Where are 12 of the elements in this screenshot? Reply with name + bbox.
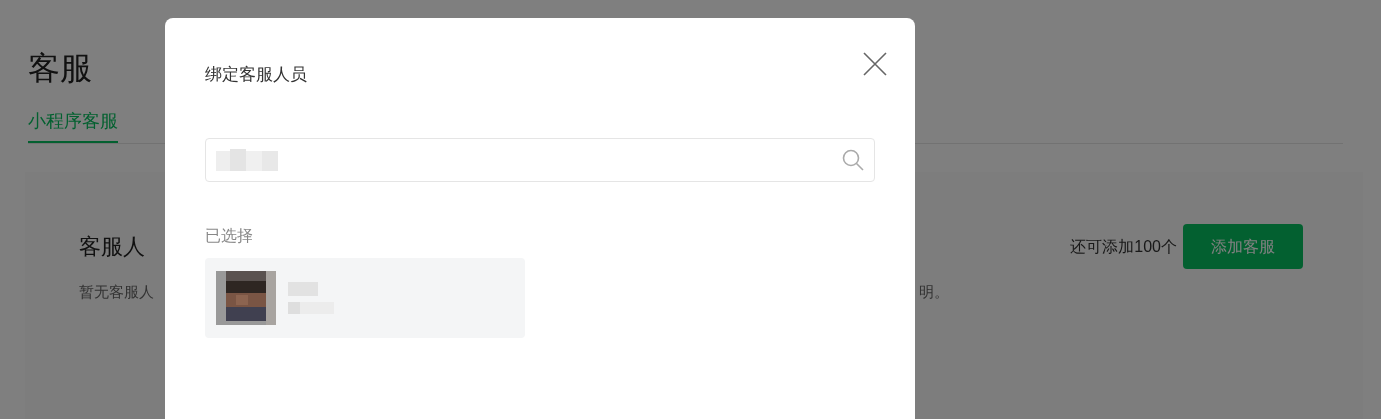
tab[interactable]: 小程序客服 bbox=[28, 108, 118, 143]
add-button[interactable]: 添加客服 bbox=[1183, 224, 1303, 269]
empty-note: 暂无客服人 bbox=[79, 282, 154, 302]
close-icon[interactable] bbox=[863, 52, 887, 76]
search-field[interactable] bbox=[205, 137, 875, 182]
search-icon[interactable] bbox=[842, 148, 864, 171]
section-heading: 客服人 bbox=[79, 233, 145, 261]
empty-note: 明。 bbox=[919, 282, 949, 302]
page-title: 客服 bbox=[28, 49, 92, 88]
dialog-title: 绑定客服人员 bbox=[205, 64, 307, 86]
remaining-count: 还可添加100个 bbox=[1070, 236, 1177, 257]
selected-label: 已选择 bbox=[205, 225, 253, 246]
